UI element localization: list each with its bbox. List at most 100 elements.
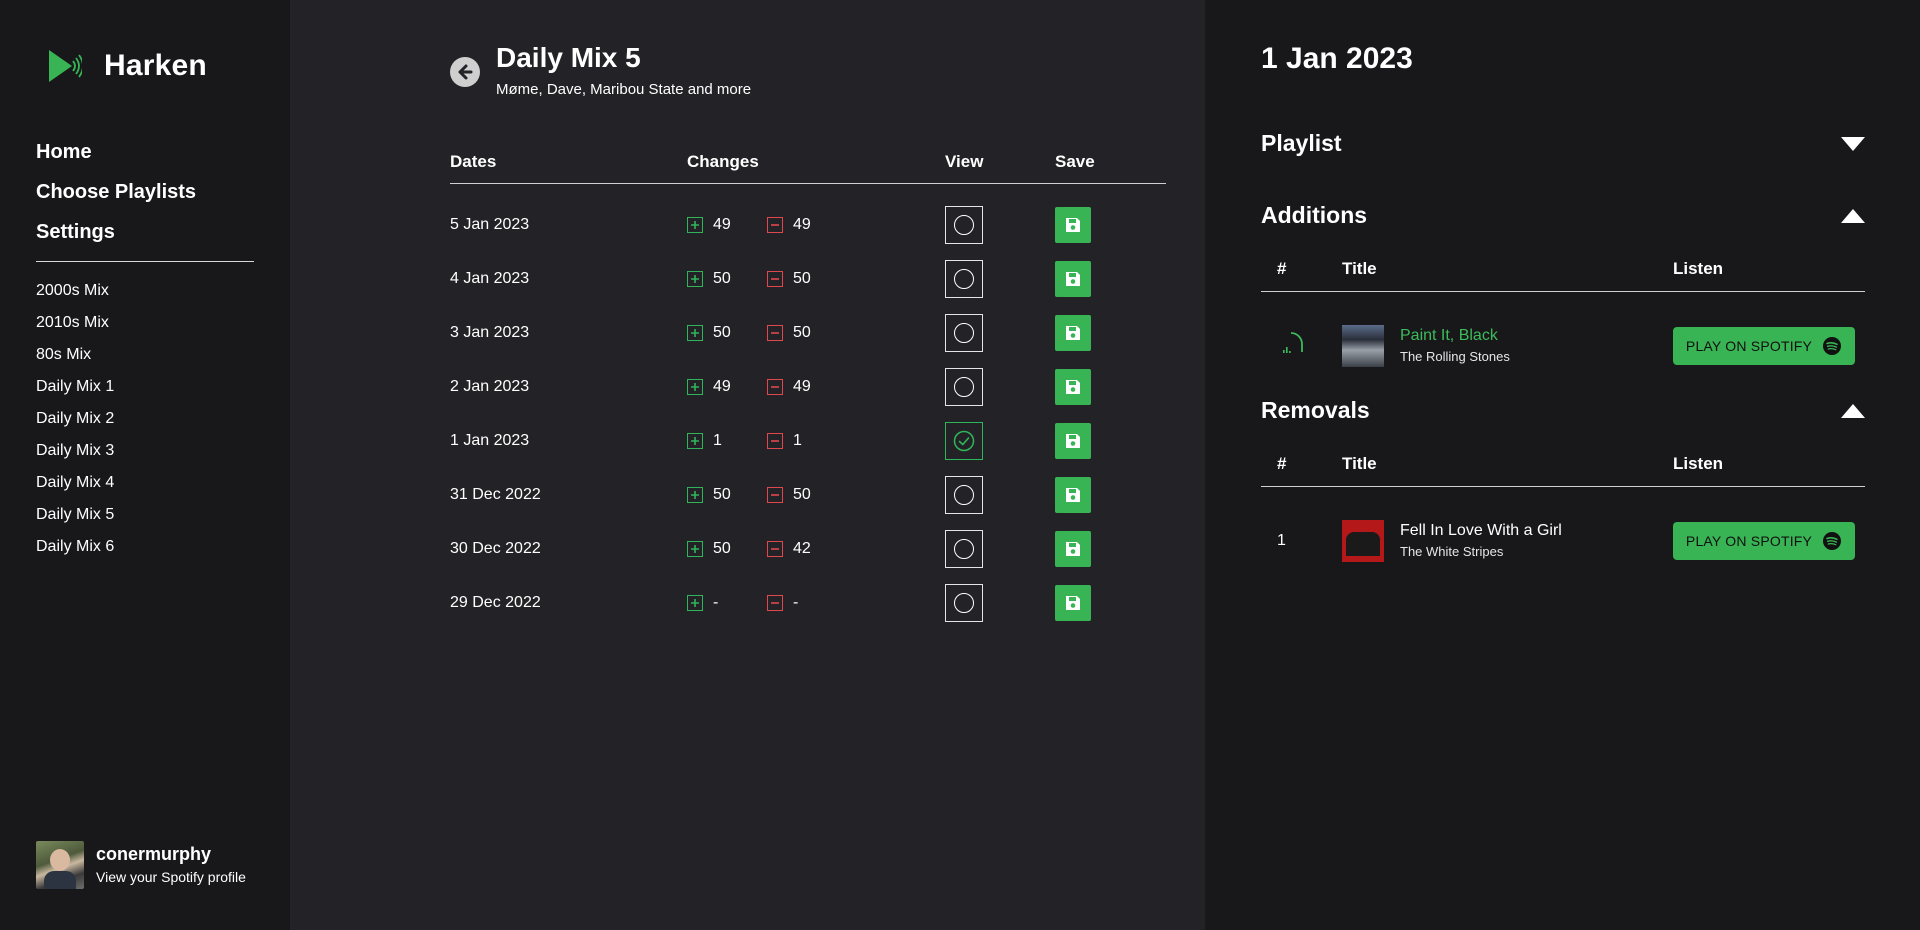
track-title[interactable]: Paint It, Black bbox=[1400, 325, 1673, 347]
play-on-spotify-button[interactable]: PLAY ON SPOTIFY bbox=[1673, 327, 1855, 365]
row-date: 3 Jan 2023 bbox=[450, 324, 530, 341]
sidebar: Harken Home Choose Playlists Settings 20… bbox=[0, 0, 290, 930]
page-title: Daily Mix 5 bbox=[496, 42, 641, 73]
album-cover bbox=[1342, 520, 1384, 562]
row-save bbox=[1055, 207, 1155, 243]
playlist-item[interactable]: Daily Mix 1 bbox=[36, 376, 114, 408]
caret-up-icon[interactable] bbox=[1841, 208, 1865, 223]
save-button[interactable] bbox=[1055, 423, 1091, 459]
section-removals[interactable]: Removals bbox=[1261, 397, 1865, 424]
added-count: - bbox=[713, 594, 719, 611]
profile-link[interactable]: conermurphy View your Spotify profile bbox=[36, 841, 246, 889]
track-title[interactable]: Fell In Love With a Girl bbox=[1400, 520, 1673, 542]
row-view bbox=[945, 422, 1055, 460]
row-save bbox=[1055, 261, 1155, 297]
playlist-item[interactable]: Daily Mix 6 bbox=[36, 536, 114, 568]
save-button[interactable] bbox=[1055, 585, 1091, 621]
removed-count: 49 bbox=[793, 378, 811, 395]
track-row: 1 Fell In Love With a Girl The White Str… bbox=[1261, 514, 1865, 568]
radio-circle-icon bbox=[954, 485, 974, 505]
row-date: 29 Dec 2022 bbox=[450, 594, 541, 611]
brand[interactable]: Harken bbox=[46, 46, 207, 86]
plus-square-icon bbox=[687, 487, 703, 503]
save-button[interactable] bbox=[1055, 207, 1091, 243]
column-header-changes: Changes bbox=[687, 151, 759, 171]
check-circle-icon bbox=[953, 430, 975, 452]
caret-down-icon[interactable] bbox=[1841, 136, 1865, 151]
track-number: 1 bbox=[1277, 532, 1286, 549]
column-header-num: # bbox=[1277, 258, 1287, 278]
view-button[interactable] bbox=[945, 476, 983, 514]
radio-circle-icon bbox=[954, 593, 974, 613]
nav-item-home[interactable]: Home bbox=[36, 138, 196, 178]
removed-count: 50 bbox=[793, 324, 811, 341]
row-save bbox=[1055, 315, 1155, 351]
playlist-item[interactable]: 80s Mix bbox=[36, 344, 114, 376]
added-count: 50 bbox=[713, 486, 731, 503]
column-header-title: Title bbox=[1342, 258, 1377, 278]
harken-logo-icon bbox=[49, 50, 82, 82]
playlist-item[interactable]: Daily Mix 4 bbox=[36, 472, 114, 504]
minus-square-icon bbox=[767, 217, 783, 233]
view-button[interactable] bbox=[945, 584, 983, 622]
detail-date: 1 Jan 2023 bbox=[1261, 42, 1413, 75]
table-row: 2 Jan 2023 49 49 bbox=[450, 360, 1166, 414]
save-button[interactable] bbox=[1055, 315, 1091, 351]
added-count: 49 bbox=[713, 216, 731, 233]
save-button[interactable] bbox=[1055, 477, 1091, 513]
save-button[interactable] bbox=[1055, 531, 1091, 567]
view-button[interactable] bbox=[945, 422, 983, 460]
row-date: 30 Dec 2022 bbox=[450, 540, 541, 557]
radio-circle-icon bbox=[954, 323, 974, 343]
floppy-disk-icon bbox=[1066, 542, 1080, 556]
section-title: Removals bbox=[1261, 397, 1370, 423]
section-playlist[interactable]: Playlist bbox=[1261, 130, 1865, 157]
back-button[interactable] bbox=[450, 57, 480, 87]
main-content: Daily Mix 5 Møme, Dave, Maribou State an… bbox=[290, 0, 1205, 930]
row-date: 31 Dec 2022 bbox=[450, 486, 541, 503]
column-header-num: # bbox=[1277, 453, 1287, 473]
avatar bbox=[36, 841, 84, 889]
caret-up-icon[interactable] bbox=[1841, 403, 1865, 418]
view-button[interactable] bbox=[945, 206, 983, 244]
playlist-item[interactable]: 2000s Mix bbox=[36, 280, 114, 312]
table-row: 4 Jan 2023 50 50 bbox=[450, 252, 1166, 306]
table-row: 3 Jan 2023 50 50 bbox=[450, 306, 1166, 360]
row-save bbox=[1055, 531, 1155, 567]
column-header-title: Title bbox=[1342, 453, 1377, 473]
track-number bbox=[1261, 330, 1342, 363]
playlist-item[interactable]: Daily Mix 5 bbox=[36, 504, 114, 536]
view-button[interactable] bbox=[945, 530, 983, 568]
nav-item-settings[interactable]: Settings bbox=[36, 218, 196, 258]
removed-count: 50 bbox=[793, 270, 811, 287]
view-button[interactable] bbox=[945, 260, 983, 298]
row-view bbox=[945, 314, 1055, 352]
table-row: 30 Dec 2022 50 42 bbox=[450, 522, 1166, 576]
plus-square-icon bbox=[687, 379, 703, 395]
view-button[interactable] bbox=[945, 368, 983, 406]
spotify-icon bbox=[1823, 337, 1842, 355]
main-nav: Home Choose Playlists Settings bbox=[36, 138, 196, 258]
playlist-item[interactable]: Daily Mix 3 bbox=[36, 440, 114, 472]
row-changes: 50 50 bbox=[687, 324, 945, 342]
play-on-spotify-button[interactable]: PLAY ON SPOTIFY bbox=[1673, 522, 1855, 560]
table-row: 29 Dec 2022 - - bbox=[450, 576, 1166, 630]
floppy-disk-icon bbox=[1066, 326, 1080, 340]
nav-item-choose-playlists[interactable]: Choose Playlists bbox=[36, 178, 196, 218]
view-button[interactable] bbox=[945, 314, 983, 352]
removals-header: # Title Listen bbox=[1261, 441, 1865, 487]
added-count: 1 bbox=[713, 432, 722, 449]
section-additions[interactable]: Additions bbox=[1261, 202, 1865, 229]
table-header: Dates Changes View Save bbox=[450, 140, 1166, 184]
save-button[interactable] bbox=[1055, 261, 1091, 297]
floppy-disk-icon bbox=[1066, 380, 1080, 394]
added-count: 50 bbox=[713, 324, 731, 341]
floppy-disk-icon bbox=[1066, 218, 1080, 232]
save-button[interactable] bbox=[1055, 369, 1091, 405]
section-title: Additions bbox=[1261, 202, 1368, 228]
row-view bbox=[945, 476, 1055, 514]
playlist-item[interactable]: Daily Mix 2 bbox=[36, 408, 114, 440]
radio-circle-icon bbox=[954, 215, 974, 235]
row-date: 1 Jan 2023 bbox=[450, 432, 530, 449]
playlist-item[interactable]: 2010s Mix bbox=[36, 312, 114, 344]
